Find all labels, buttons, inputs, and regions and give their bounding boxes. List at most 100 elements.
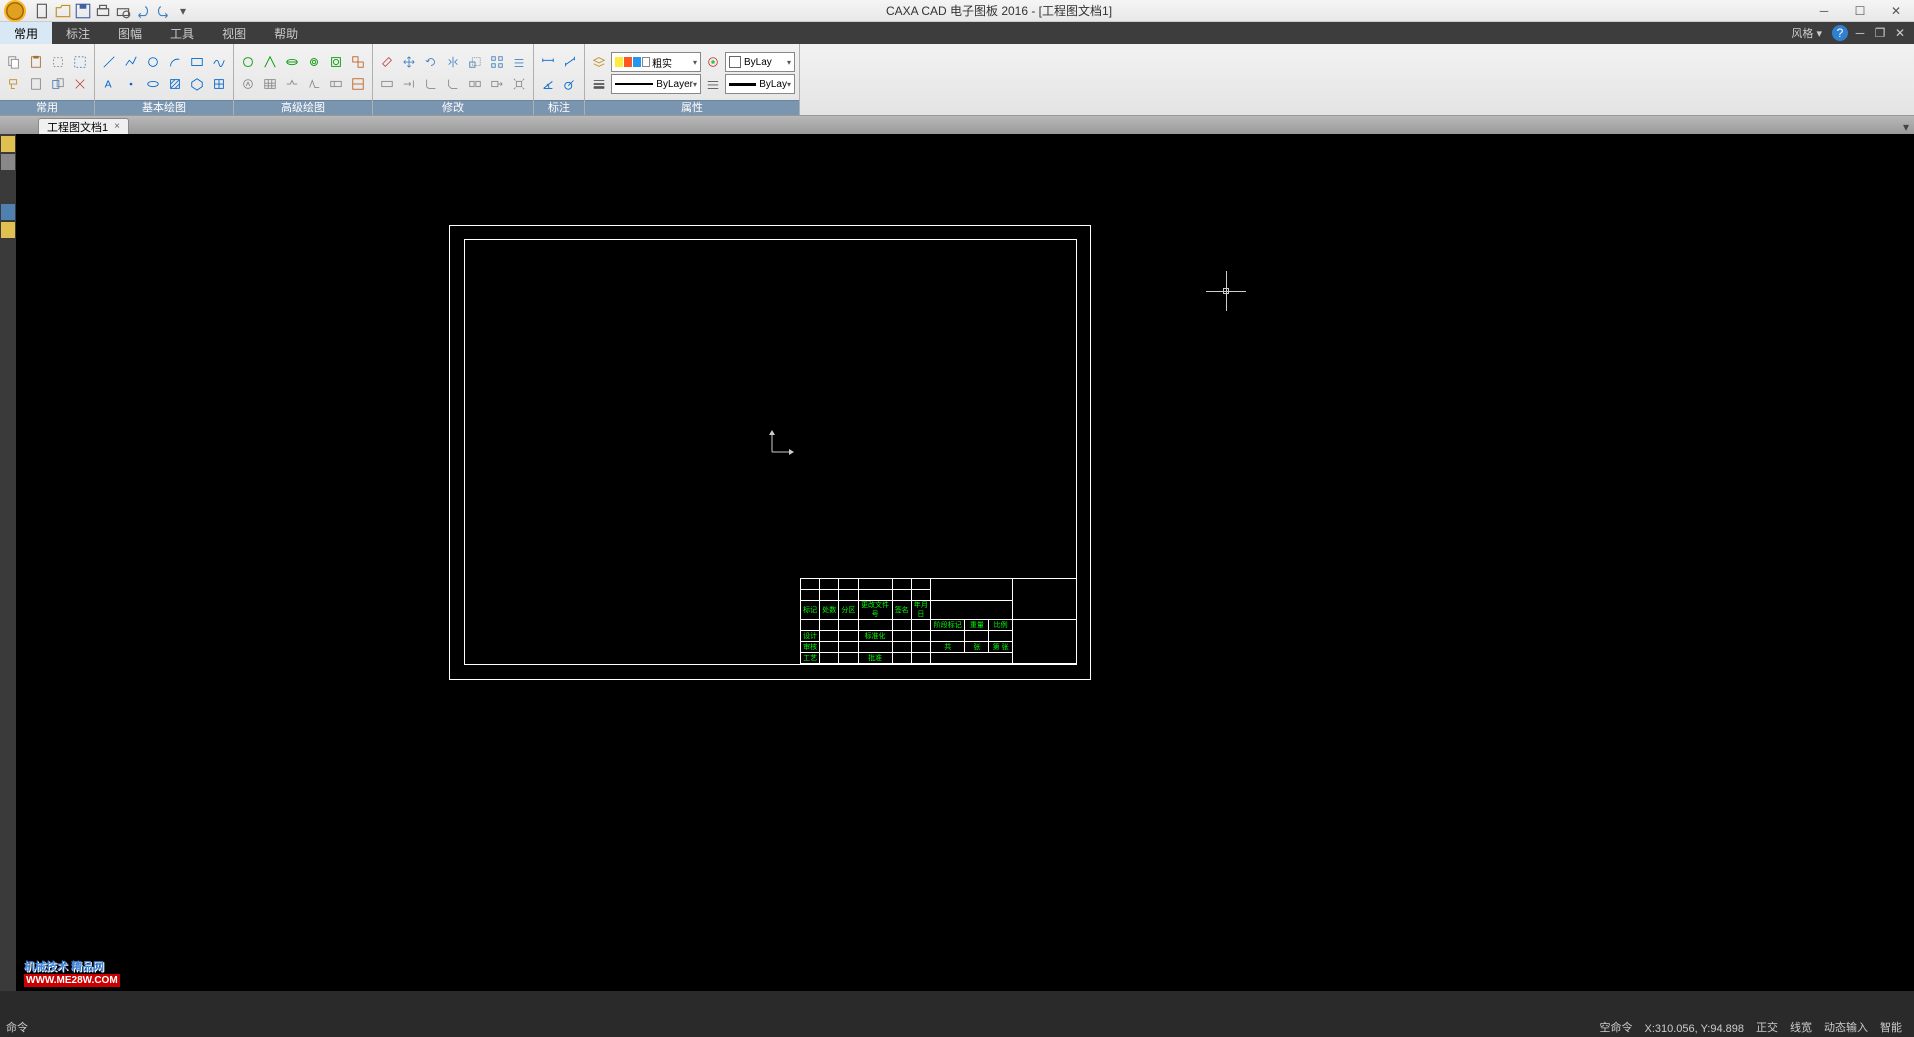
maximize-button[interactable]: ☐ <box>1842 0 1878 22</box>
app-icon[interactable] <box>4 0 26 22</box>
block-icon[interactable] <box>348 52 368 72</box>
status-empty-cmd[interactable]: 空命令 <box>1594 1019 1639 1035</box>
hatch-icon[interactable] <box>165 74 185 94</box>
move-icon[interactable] <box>399 52 419 72</box>
status-ortho[interactable]: 正交 <box>1750 1019 1784 1035</box>
select-all-icon[interactable] <box>70 52 90 72</box>
table-icon[interactable] <box>260 74 280 94</box>
offset-icon[interactable] <box>509 52 529 72</box>
mdi-minimize-icon[interactable]: ─ <box>1852 25 1868 41</box>
erase-icon[interactable] <box>377 52 397 72</box>
trim-icon[interactable] <box>377 74 397 94</box>
scale-icon[interactable] <box>465 52 485 72</box>
side-tab-1[interactable] <box>1 136 15 152</box>
format-painter-icon[interactable] <box>4 74 24 94</box>
gear-icon[interactable] <box>304 52 324 72</box>
break2-icon[interactable] <box>465 74 485 94</box>
weld-icon[interactable] <box>282 74 302 94</box>
dim-aligned-icon[interactable] <box>560 52 580 72</box>
tab-close-icon[interactable]: × <box>114 121 120 132</box>
linetype-dropdown[interactable]: ByLayer▾ <box>611 74 701 94</box>
special-paste-icon[interactable] <box>48 74 68 94</box>
roughness-icon[interactable] <box>304 74 324 94</box>
layer-dropdown[interactable]: 粗实▾ <box>611 52 701 72</box>
watermark: 机械技术 精品网 WWW.ME28W.COM <box>24 958 120 987</box>
menu-common[interactable]: 常用 <box>0 22 52 44</box>
extend-icon[interactable] <box>399 74 419 94</box>
text-icon[interactable]: A <box>99 74 119 94</box>
polygon-icon[interactable] <box>187 74 207 94</box>
library-icon[interactable] <box>348 74 368 94</box>
print-icon[interactable] <box>94 2 112 20</box>
panel-label-modify: 修改 <box>373 100 533 115</box>
mdi-close-icon[interactable]: ✕ <box>1892 25 1908 41</box>
dim-radius-icon[interactable] <box>560 74 580 94</box>
explode-icon[interactable] <box>509 74 529 94</box>
point-icon[interactable] <box>121 74 141 94</box>
lineweight-dropdown[interactable]: ByLay▾ <box>725 74 795 94</box>
rotate-icon[interactable] <box>421 52 441 72</box>
menu-frame[interactable]: 图幅 <box>104 22 156 44</box>
help-icon[interactable]: ? <box>1832 25 1848 41</box>
save-icon[interactable] <box>74 2 92 20</box>
lineweight-icon[interactable] <box>589 74 609 94</box>
break-icon[interactable] <box>282 52 302 72</box>
dim-linear-icon[interactable] <box>538 52 558 72</box>
menu-tools[interactable]: 工具 <box>156 22 208 44</box>
cut-icon[interactable] <box>48 52 68 72</box>
menu-help[interactable]: 帮助 <box>260 22 312 44</box>
ellipse-icon[interactable] <box>143 74 163 94</box>
menu-annotation[interactable]: 标注 <box>52 22 104 44</box>
print-preview-icon[interactable] <box>114 2 132 20</box>
qat-dropdown-icon[interactable]: ▾ <box>174 2 192 20</box>
lw-display-icon[interactable] <box>703 74 723 94</box>
color-dropdown[interactable]: ByLay▾ <box>725 52 795 72</box>
layer-icon[interactable] <box>589 52 609 72</box>
minimize-button[interactable]: ─ <box>1806 0 1842 22</box>
polyline-icon[interactable] <box>121 52 141 72</box>
close-button[interactable]: ✕ <box>1878 0 1914 22</box>
drawing-canvas[interactable]: 标记处数分区更改文件号签名年月日 阶段标记重量比例 设计标准化 审核共张第 张 … <box>16 134 1914 991</box>
status-coords: X:310.056, Y:94.898 <box>1639 1023 1751 1035</box>
status-dyninput[interactable]: 动态输入 <box>1818 1019 1874 1035</box>
watermark-line1: 机械技术 精品网 <box>24 958 120 974</box>
line-icon[interactable] <box>99 52 119 72</box>
construction-icon[interactable] <box>209 74 229 94</box>
symbol-icon[interactable] <box>238 74 258 94</box>
ribbon: 常用 A 基本绘图 <box>0 44 1914 116</box>
paste-icon[interactable] <box>26 52 46 72</box>
menu-view[interactable]: 视图 <box>208 22 260 44</box>
redo-icon[interactable] <box>154 2 172 20</box>
ribbon-panel-common: 常用 <box>0 44 95 115</box>
hole-icon[interactable] <box>326 52 346 72</box>
copy-icon[interactable] <box>4 52 24 72</box>
style-button[interactable]: 风格 ▾ <box>1785 25 1828 41</box>
tabs-overflow-icon[interactable]: ▾ <box>1898 120 1914 134</box>
mdi-restore-icon[interactable]: ❐ <box>1872 25 1888 41</box>
centerline-icon[interactable] <box>260 52 280 72</box>
chamfer-icon[interactable] <box>443 74 463 94</box>
array-icon[interactable] <box>487 52 507 72</box>
circle-icon[interactable] <box>143 52 163 72</box>
delete-icon[interactable] <box>70 74 90 94</box>
arc-icon[interactable] <box>165 52 185 72</box>
status-smart[interactable]: 智能 <box>1874 1019 1908 1035</box>
rectangle-icon[interactable] <box>187 52 207 72</box>
clipboard-icon[interactable] <box>26 74 46 94</box>
spline-icon[interactable] <box>209 52 229 72</box>
undo-icon[interactable] <box>134 2 152 20</box>
tolerance-icon[interactable] <box>326 74 346 94</box>
status-lineweight[interactable]: 线宽 <box>1784 1019 1818 1035</box>
stretch-icon[interactable] <box>487 74 507 94</box>
dim-angular-icon[interactable] <box>538 74 558 94</box>
match-props-icon[interactable] <box>703 52 723 72</box>
mirror-icon[interactable] <box>443 52 463 72</box>
document-tab[interactable]: 工程图文档1 × <box>38 118 129 134</box>
fillet-icon[interactable] <box>421 74 441 94</box>
side-tab-4[interactable] <box>1 222 15 238</box>
revision-cloud-icon[interactable] <box>238 52 258 72</box>
side-tab-2[interactable] <box>1 154 15 170</box>
open-icon[interactable] <box>54 2 72 20</box>
new-icon[interactable] <box>34 2 52 20</box>
side-tab-3[interactable] <box>1 204 15 220</box>
